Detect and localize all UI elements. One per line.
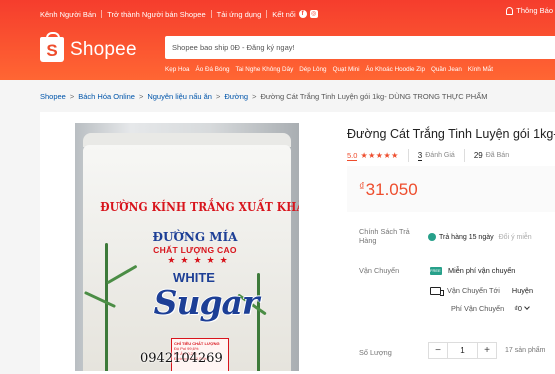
product-title: Đường Cát Trắng Tinh Luyện gói 1kg- — [347, 127, 555, 141]
breadcrumb-current: Đường Cát Trắng Tinh Luyện gói 1kg- DÙNG… — [260, 92, 488, 101]
shipping-fee-dropdown[interactable]: ₫0 — [514, 304, 530, 313]
notifications-label: Thông Báo — [516, 6, 553, 15]
truck-icon — [430, 286, 444, 296]
return-policy-extra: Đổi ý miễn — [498, 233, 532, 241]
breadcrumb-category[interactable]: Bách Hóa Online — [78, 92, 135, 101]
free-shipping-text: Miễn phí vận chuyển — [448, 266, 516, 275]
package-stars: ★★★★★ — [167, 255, 233, 265]
hint-link[interactable]: Tai Nghe Không Dây — [235, 66, 293, 73]
divider — [266, 10, 268, 18]
sold-count: 29 — [473, 151, 483, 160]
breadcrumb-home[interactable]: Shopee — [40, 92, 66, 101]
quantity-stepper: − 1 + 17 sản phẩm — [428, 342, 545, 359]
shipping-fee-value: ₫0 — [514, 304, 522, 313]
product-stats: 5.0 ★★★★★ 3 Đánh Giá 29 Đã Bán — [347, 149, 509, 162]
increase-quantity-button[interactable]: + — [477, 342, 497, 359]
divider — [101, 10, 103, 18]
sold-label: Đã Bán — [485, 152, 510, 159]
shopee-header: Kênh Người Bán Trở thành Người bán Shope… — [0, 0, 555, 80]
rating-stars-icon: ★★★★★ — [360, 151, 399, 160]
hint-link[interactable]: Kẹp Hoa — [165, 66, 190, 73]
top-bar: Kênh Người Bán Trở thành Người bán Shope… — [40, 7, 555, 21]
review-label: Đánh Giá — [425, 152, 455, 159]
decrease-quantity-button[interactable]: − — [428, 342, 448, 359]
shipping-fee: Phí Vận Chuyển ₫0 — [451, 304, 530, 313]
quantity-label: Số Lượng — [359, 348, 392, 357]
return-policy-label: Chính Sách Trả Hàng — [359, 227, 410, 245]
notifications-link[interactable]: Thông Báo — [506, 6, 555, 15]
package-brand-line: ĐƯỜNG KÍNH TRẮNG XUẤT KHẨU — [100, 199, 299, 214]
free-ship-icon: FREE SHIP — [430, 266, 452, 275]
logo-text: Shopee — [70, 38, 137, 60]
search-hints: Kẹp Hoa Áo Đá Bóng Tai Nghe Không Dây Dé… — [165, 66, 493, 73]
hint-link[interactable]: Quần Jean — [431, 66, 462, 73]
return-policy-value: Trả hàng 15 ngày — [439, 233, 494, 241]
facebook-icon[interactable]: f — [298, 10, 307, 18]
breadcrumb-subcategory[interactable]: Nguyên liệu nấu ăn — [147, 92, 212, 101]
package-quality-line: CHẤT LƯỢNG CAO — [153, 245, 237, 255]
hint-link[interactable]: Áo Đá Bóng — [196, 66, 230, 73]
search-input[interactable] — [165, 36, 555, 59]
shipping-label: Vận Chuyển — [359, 266, 400, 275]
breadcrumb-separator: > — [138, 92, 144, 101]
breadcrumb-separator: > — [215, 92, 221, 101]
breadcrumb-separator: > — [252, 92, 257, 101]
return-policy: Trả hàng 15 ngày Đổi ý miễn — [428, 233, 532, 241]
breadcrumb-separator: > — [69, 92, 75, 101]
instagram-icon[interactable]: ◎ — [309, 10, 318, 18]
rating-score[interactable]: 5.0 — [347, 151, 358, 161]
sugarcane-illustration — [105, 243, 108, 371]
breadcrumb-leaf-category[interactable]: Đường — [224, 92, 248, 101]
seller-center-link[interactable]: Kênh Người Bán — [40, 10, 96, 19]
phone-watermark: 0942104269 — [140, 351, 223, 366]
stock-available: 17 sản phẩm — [505, 347, 546, 354]
divider — [407, 149, 409, 162]
shipping-fee-label: Phí Vận Chuyển — [451, 304, 505, 313]
price-box: ₫31.050 — [347, 166, 555, 212]
download-app-link[interactable]: Tải ứng dụng — [217, 10, 262, 19]
search-bar — [165, 36, 555, 59]
shopping-bag-icon: S — [40, 32, 64, 62]
connect-label: Kết nối — [272, 9, 296, 19]
divider — [463, 149, 465, 162]
chevron-down-icon — [524, 304, 530, 310]
product-image[interactable]: ĐƯỜNG KÍNH TRẮNG XUẤT KHẨU ĐƯỜNG MÍA CHẤ… — [75, 123, 299, 371]
package-sub-brand: ĐƯỜNG MÍA — [152, 230, 238, 244]
ship-to-label: Vận Chuyển Tới — [447, 286, 500, 295]
review-count[interactable]: 3 — [417, 151, 423, 161]
divider — [210, 10, 212, 18]
hint-link[interactable]: Áo Khoác Hoodie Zip — [366, 66, 426, 73]
package-sugar-text: Sugar — [153, 283, 260, 322]
hint-link[interactable]: Kính Mắt — [468, 66, 493, 73]
quantity-input[interactable]: 1 — [448, 342, 477, 359]
free-shipping: FREE SHIP Miễn phí vận chuyển — [430, 266, 515, 275]
breadcrumb: Shopee > Bách Hóa Online > Nguyên liệu n… — [40, 92, 487, 101]
ship-to-value[interactable]: Huyện — [512, 286, 533, 295]
product-price: ₫31.050 — [359, 180, 418, 200]
hint-link[interactable]: Dép Lông — [299, 66, 326, 73]
currency-symbol: ₫ — [359, 181, 365, 193]
ship-to: Vận Chuyển Tới Huyện — [430, 286, 533, 296]
return-shield-icon — [428, 233, 436, 241]
hint-link[interactable]: Quạt Mini — [333, 66, 360, 73]
shopee-logo[interactable]: S Shopee — [40, 32, 137, 62]
bell-icon — [506, 6, 514, 15]
become-seller-link[interactable]: Trở thành Người bán Shopee — [107, 10, 205, 19]
price-value: 31.050 — [365, 180, 418, 199]
